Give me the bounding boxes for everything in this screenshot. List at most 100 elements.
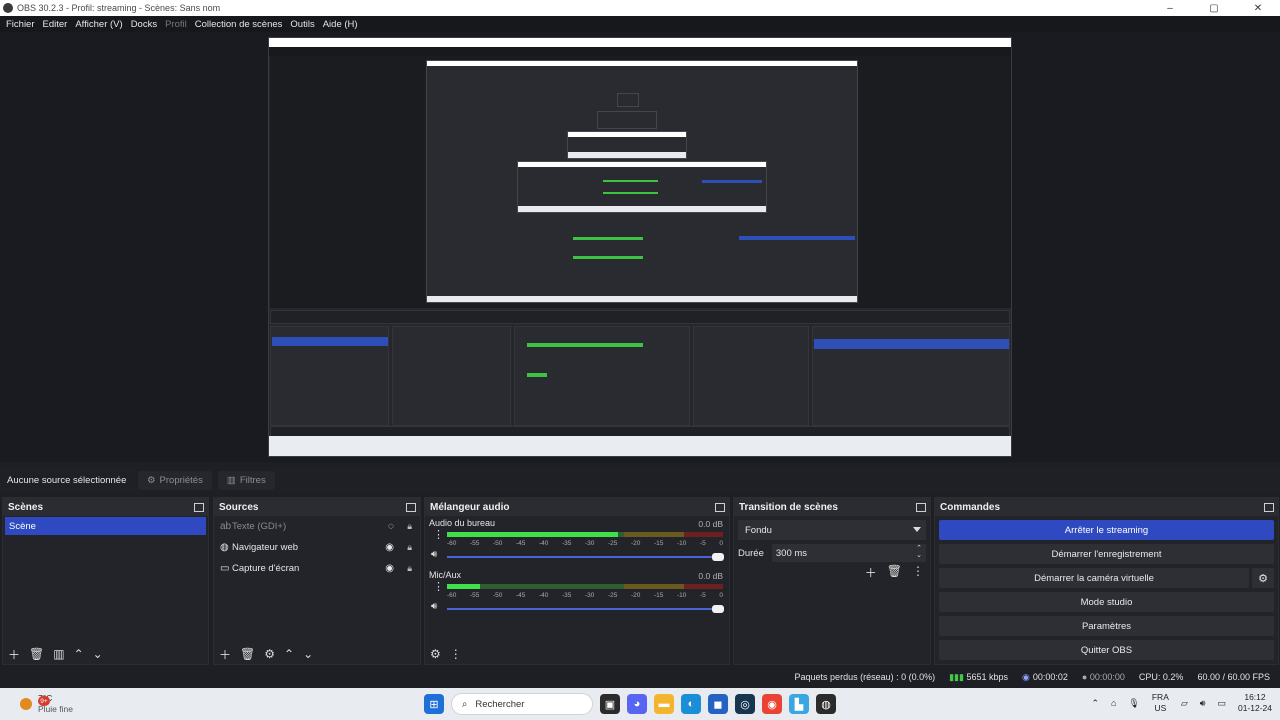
chevron-up-icon[interactable]: ⌃	[1091, 698, 1099, 709]
close-button[interactable]: ✕	[1236, 0, 1280, 16]
record-icon: ●	[1081, 672, 1090, 682]
preview-canvas[interactable]	[0, 32, 1280, 462]
undock-icon[interactable]	[1264, 502, 1274, 512]
stop-streaming-button[interactable]: Arrêter le streaming	[939, 520, 1274, 540]
trash-icon[interactable]: 🗑	[887, 564, 902, 581]
network-icon[interactable]: ⌂	[1111, 698, 1116, 708]
scene-item[interactable]: Scène	[5, 517, 206, 535]
wifi-icon[interactable]: ▱	[1181, 698, 1188, 709]
meter-tick-label: -25	[608, 540, 618, 547]
menu-afficher[interactable]: Afficher (V)	[71, 19, 126, 30]
status-bar: Paquets perdus (réseau) : 0 (0.0%) ▮▮▮ 5…	[0, 666, 1280, 688]
search-icon: ⌕	[462, 698, 468, 710]
battery-icon[interactable]: ▭	[1217, 698, 1226, 709]
task-view-icon[interactable]: ▣	[600, 694, 620, 714]
studio-mode-button[interactable]: Mode studio	[939, 592, 1274, 612]
mic-icon[interactable]: 🎙︎	[1128, 698, 1139, 709]
undock-icon[interactable]	[715, 502, 725, 512]
undock-icon[interactable]	[916, 502, 926, 512]
volume-meter	[447, 532, 723, 537]
meter-tick-label: -45	[516, 540, 526, 547]
eye-icon[interactable]: ◉	[385, 563, 394, 574]
trash-icon[interactable]: 🗑	[240, 647, 255, 661]
settings-button[interactable]: Paramètres	[939, 616, 1274, 636]
volume-slider[interactable]	[447, 553, 724, 561]
menu-aide[interactable]: Aide (H)	[319, 19, 362, 30]
lock-icon[interactable]: 🔒︎	[407, 563, 412, 574]
undock-icon[interactable]	[406, 502, 416, 512]
language-indicator[interactable]: FRA US	[1152, 692, 1169, 714]
meter-ticks: -60 -55 -50 -45 -40 -35 -30 -25 -20 -15 -10 -5 0	[447, 592, 723, 599]
transition-value: Fondu	[745, 524, 772, 536]
windows-start-icon[interactable]: ⊞	[424, 694, 444, 714]
more-options-icon[interactable]: ⋮	[912, 564, 924, 581]
undock-icon[interactable]	[194, 502, 204, 512]
more-options-icon[interactable]: ⋮	[450, 647, 462, 661]
app-icon[interactable]: ▙	[789, 694, 809, 714]
chevron-down-icon[interactable]: ⌄	[303, 647, 313, 661]
meter-tick-label: -40	[539, 540, 549, 547]
lock-icon[interactable]: 🔒︎	[407, 521, 412, 532]
eye-off-icon[interactable]: ◌	[388, 521, 394, 532]
minimize-button[interactable]: –	[1148, 0, 1192, 16]
sources-title: Sources	[219, 501, 259, 513]
taskbar-search[interactable]: ⌕ Rechercher	[451, 693, 593, 715]
file-explorer-icon[interactable]: ▬	[654, 694, 674, 714]
start-virtual-camera-button[interactable]: Démarrer la caméra virtuelle	[939, 568, 1249, 588]
menu-collection-scenes[interactable]: Collection de scènes	[191, 19, 287, 30]
properties-label: Propriétés	[159, 474, 203, 486]
menu-profil[interactable]: Profil	[161, 19, 191, 30]
menu-editer[interactable]: Editer	[39, 19, 72, 30]
gear-icon[interactable]: ⚙	[1252, 568, 1274, 588]
properties-button[interactable]: ⚙ Propriétés	[138, 470, 212, 490]
filters-button[interactable]: ▥ Filtres	[217, 470, 275, 490]
commands-header: Commandes	[935, 498, 1278, 516]
lock-icon[interactable]: 🔒︎	[407, 542, 412, 553]
steam-icon[interactable]: ◎	[735, 694, 755, 714]
volume-slider[interactable]	[447, 605, 724, 613]
chrome-icon[interactable]: ◉	[762, 694, 782, 714]
start-recording-button[interactable]: Démarrer l'enregistrement	[939, 544, 1274, 564]
duration-input[interactable]: 300 ms	[771, 544, 926, 562]
store-icon[interactable]: ◼	[708, 694, 728, 714]
meter-tick-label: -60	[447, 540, 457, 547]
gear-icon[interactable]: ⚙	[430, 647, 441, 661]
meter-tick-label: -55	[470, 540, 480, 547]
clock[interactable]: 16:12 01-12-24	[1238, 692, 1272, 714]
menu-outils[interactable]: Outils	[286, 19, 318, 30]
menu-fichier[interactable]: Fichier	[2, 19, 39, 30]
speaker-icon[interactable]: 🔊︎	[431, 549, 437, 560]
volume-icon[interactable]: 🔊︎	[1200, 698, 1206, 709]
speaker-icon[interactable]: 🔊︎	[431, 601, 437, 612]
transition-select[interactable]: Fondu	[738, 520, 926, 540]
obs-icon[interactable]: ◍	[816, 694, 836, 714]
meter-tick-label: -10	[677, 540, 687, 547]
weather-widget[interactable]: 9+ 7°C Pluie fine	[20, 693, 73, 715]
gear-icon[interactable]: ⚙	[264, 647, 275, 661]
more-options-icon[interactable]: ⋮	[433, 528, 444, 541]
eye-icon[interactable]: ◉	[385, 542, 394, 553]
add-icon[interactable]: ＋	[219, 646, 231, 663]
trash-icon[interactable]: 🗑	[29, 647, 44, 661]
discord-icon[interactable]: ◕	[627, 694, 647, 714]
chevron-down-icon[interactable]: ⌄	[93, 647, 103, 661]
meter-tick-label: -60	[447, 592, 457, 599]
add-icon[interactable]: ＋	[865, 564, 877, 581]
add-icon[interactable]: ＋	[8, 646, 20, 663]
transitions-header: Transition de scènes	[734, 498, 930, 516]
maximize-button[interactable]: ▢	[1192, 0, 1236, 16]
chevron-up-icon[interactable]: ⌃	[74, 647, 84, 661]
more-options-icon[interactable]: ⋮	[433, 580, 444, 593]
source-item[interactable]: ◍ Navigateur web ◉ 🔒︎	[214, 537, 420, 558]
chevron-up-icon[interactable]: ⌃	[284, 647, 294, 661]
stream-status: ◉ 00:00:02	[1022, 672, 1068, 683]
commands-title: Commandes	[940, 501, 1001, 513]
transitions-title: Transition de scènes	[739, 501, 838, 513]
notification-badge: 9+	[38, 696, 50, 706]
filter-icon[interactable]: ▥	[53, 647, 64, 661]
source-item[interactable]: ▭ Capture d'écran ◉ 🔒︎	[214, 558, 420, 579]
edge-icon[interactable]: ◐	[681, 694, 701, 714]
menu-docks[interactable]: Docks	[127, 19, 161, 30]
source-item[interactable]: ab Texte (GDI+) ◌ 🔒︎	[214, 516, 420, 537]
quit-button[interactable]: Quitter OBS	[939, 640, 1274, 660]
